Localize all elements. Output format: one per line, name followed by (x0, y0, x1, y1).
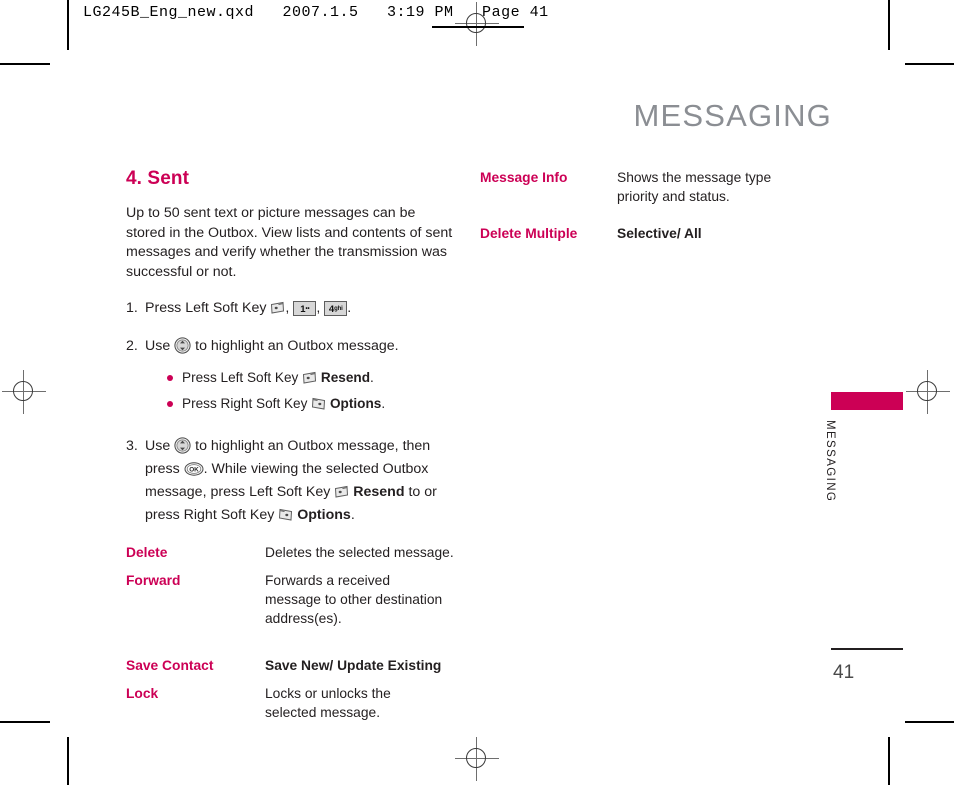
bullet-resend-text-before: Press Left Soft Key (182, 370, 299, 385)
definition-description: Shows the message type priority and stat… (617, 170, 772, 204)
section-heading: 4. Sent (126, 168, 189, 189)
definition-description: Forwards a received message to other des… (265, 573, 443, 626)
step-1-text-after: . (347, 300, 352, 316)
definition-row: Lock Locks or unlocks the selected messa… (126, 684, 456, 722)
soft-key-left-icon (334, 485, 349, 499)
chapter-tab-marker (831, 392, 903, 410)
definition-description: Locks or unlocks the selected message. (265, 686, 391, 720)
step-3-options-label: Options (297, 507, 351, 523)
header-underline (432, 26, 524, 28)
trim-mark-bottom-right-h (905, 721, 954, 723)
bullet-options-period: . (381, 396, 386, 411)
trim-mark-top-left-h (0, 63, 50, 65)
step-1-text-before: Press Left Soft Key (145, 300, 267, 316)
bullet-list: Press Left Soft Key Resend. Press Right … (145, 365, 456, 417)
definition-description: Save New/ Update Existing (265, 658, 442, 673)
soft-key-right-icon (311, 397, 326, 411)
right-definition-list: Message Info Shows the message type prio… (480, 168, 810, 243)
header-right-rule (888, 0, 890, 40)
bullet-options: Press Right Soft Key Options. (167, 391, 456, 417)
registration-mark-right (906, 370, 950, 414)
key-1-icon: 1•• (293, 301, 317, 316)
page-title: MESSAGING (633, 98, 832, 133)
left-column: 4. Sent Up to 50 sent text or picture me… (126, 168, 456, 731)
trim-mark-top-right-h (905, 63, 954, 65)
definition-row: Delete Multiple Selective/ All (480, 224, 810, 243)
bullet-resend-label: Resend (320, 370, 371, 385)
step-3-part7: . (350, 507, 355, 523)
step-2-text-after: to highlight an Outbox message. (195, 338, 399, 354)
header-left-rule (67, 0, 69, 40)
definition-row: Forward Forwards a received message to o… (126, 571, 456, 628)
step-2-text-before: Use (145, 338, 171, 354)
key-4-ghi-icon: 4ghi (324, 301, 348, 316)
step-3-part1: Use (145, 438, 171, 454)
definition-description: Selective/ All (617, 226, 702, 241)
svg-text:OK: OK (189, 467, 199, 474)
soft-key-right-icon (278, 508, 293, 522)
bullet-resend-period: . (370, 370, 374, 385)
step-2-number: 2. (126, 338, 138, 354)
steps-list: 1. Press Left Soft Key , 1••, 4ghi. 2. U… (126, 297, 456, 527)
definition-term: Lock (126, 686, 159, 701)
definition-term: Message Info (480, 170, 568, 185)
registration-mark-left (2, 370, 46, 414)
left-definition-list: Delete Deletes the selected message. For… (126, 543, 456, 722)
step-3: 3. Use to highlight an Outbox message, t… (126, 435, 456, 527)
definition-term: Delete Multiple (480, 226, 578, 241)
bullet-options-text-before: Press Right Soft Key (182, 396, 308, 411)
bullet-resend: Press Left Soft Key Resend. (167, 365, 456, 391)
trim-mark-bottom-right-v (888, 737, 890, 785)
definition-description: Deletes the selected message. (265, 545, 454, 560)
definition-row: Save Contact Save New/ Update Existing (126, 656, 456, 675)
page-number: 41 (833, 662, 855, 683)
bullet-options-label: Options (329, 396, 382, 411)
step-2: 2. Use to highlight an Outbox message. P… (126, 335, 456, 417)
definition-term: Save Contact (126, 658, 214, 673)
step-3-number: 3. (126, 438, 138, 454)
definition-row: Delete Deletes the selected message. (126, 543, 456, 562)
definition-term: Delete (126, 545, 168, 560)
chapter-side-label: MESSAGING (824, 420, 836, 503)
page-number-rule (831, 648, 903, 650)
definition-row: Message Info Shows the message type prio… (480, 168, 810, 206)
nav-updown-icon (174, 437, 191, 454)
step-3-resend-label: Resend (353, 484, 405, 500)
nav-updown-icon (174, 337, 191, 354)
trim-mark-bottom-left-v (67, 737, 69, 785)
step-1-comma-1: , (285, 300, 290, 316)
registration-mark-bottom (455, 737, 499, 781)
soft-key-left-icon (270, 301, 285, 315)
soft-key-left-icon (302, 371, 317, 385)
step-1: 1. Press Left Soft Key , 1••, 4ghi. (126, 297, 456, 320)
step-1-number: 1. (126, 300, 138, 316)
intro-paragraph: Up to 50 sent text or picture messages c… (126, 205, 453, 280)
print-header-text: LG245B_Eng_new.qxd 2007.1.5 3:19 PM Page… (83, 4, 549, 21)
step-1-comma-2: , (316, 300, 321, 316)
trim-mark-bottom-left-h (0, 721, 50, 723)
right-column: Message Info Shows the message type prio… (480, 168, 810, 256)
definition-term: Forward (126, 573, 181, 588)
ok-key-icon: OK (184, 461, 204, 476)
